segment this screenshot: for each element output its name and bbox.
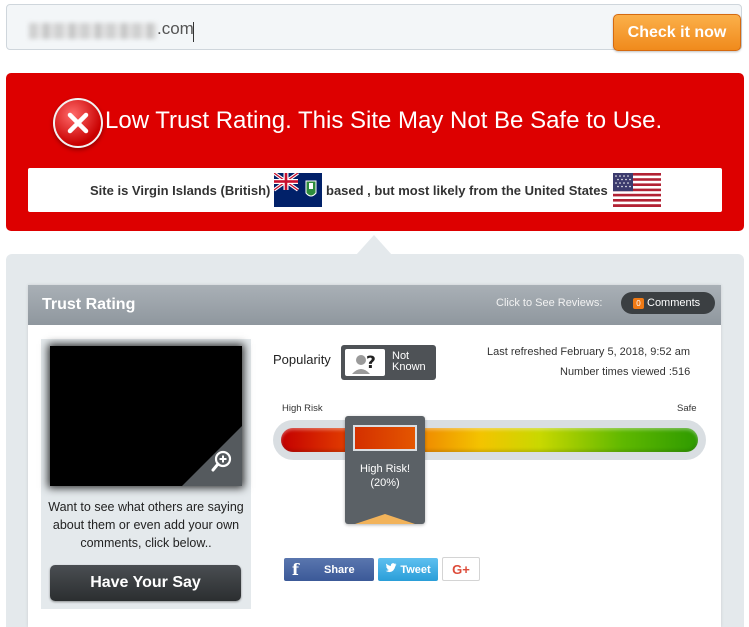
last-refreshed: Last refreshed February 5, 2018, 9:52 am bbox=[487, 346, 691, 358]
site-screenshot-thumbnail[interactable] bbox=[50, 346, 242, 486]
popularity-value: Not Known bbox=[392, 350, 426, 373]
risk-status: High Risk! bbox=[359, 463, 411, 475]
facebook-share-button[interactable]: f Share bbox=[284, 558, 374, 581]
british-virgin-islands-flag-icon bbox=[272, 171, 322, 210]
close-x-icon bbox=[53, 98, 103, 148]
twitter-bird-icon bbox=[385, 563, 397, 576]
risk-meter-track bbox=[273, 420, 706, 460]
reviews-label: Click to See Reviews: bbox=[496, 297, 603, 309]
share-label: Share bbox=[324, 564, 355, 576]
times-viewed: Number times viewed :516 bbox=[560, 366, 691, 378]
marker-text: High Risk! (20%) bbox=[345, 462, 425, 490]
trust-warning-banner: Low Trust Rating. This Site May Not Be S… bbox=[6, 73, 744, 231]
tweet-label: Tweet bbox=[400, 563, 431, 576]
have-your-say-description: Want to see what others are saying about… bbox=[48, 500, 244, 550]
trust-rating-panel: Trust Rating Click to See Reviews: 0 Com… bbox=[28, 285, 721, 627]
popularity-label: Popularity bbox=[273, 352, 331, 367]
marker-tip bbox=[355, 514, 415, 524]
united-states-flag-icon bbox=[613, 173, 661, 210]
high-risk-label: High Risk bbox=[282, 403, 323, 414]
zoom-in-icon[interactable] bbox=[210, 449, 234, 478]
have-your-say-button[interactable]: Have Your Say bbox=[50, 565, 241, 601]
section-pointer bbox=[356, 235, 392, 255]
panel-title: Trust Rating bbox=[42, 296, 136, 313]
tweet-button[interactable]: Tweet bbox=[378, 558, 438, 581]
panel-header: Trust Rating Click to See Reviews: 0 Com… bbox=[28, 285, 721, 325]
safe-label: Safe bbox=[677, 403, 697, 414]
comments-count-badge: 0 bbox=[633, 297, 644, 309]
text-cursor bbox=[193, 22, 194, 42]
risk-meter-gradient bbox=[281, 428, 698, 452]
popularity-badge: ? Not Known bbox=[341, 345, 436, 380]
location-prefix: Site is Virgin Islands (British) bbox=[90, 183, 271, 198]
svg-text:?: ? bbox=[366, 353, 376, 373]
blurred-domain-name bbox=[29, 23, 157, 39]
marker-window bbox=[353, 425, 417, 451]
comments-label: Comments bbox=[647, 297, 701, 309]
site-preview-column: Want to see what others are saying about… bbox=[41, 339, 251, 609]
site-location-box: Site is Virgin Islands (British) based ,… bbox=[28, 168, 722, 212]
facebook-icon: f bbox=[292, 560, 299, 579]
risk-percent: (20%) bbox=[370, 477, 400, 489]
check-it-now-button[interactable]: Check it now bbox=[613, 14, 741, 51]
comments-button[interactable]: 0 Comments bbox=[621, 292, 715, 314]
banner-title: Low Trust Rating. This Site May Not Be S… bbox=[105, 107, 663, 134]
url-search-bar[interactable]: Check it now bbox=[6, 4, 742, 51]
unknown-user-icon: ? bbox=[345, 349, 385, 376]
domain-input[interactable] bbox=[157, 17, 457, 41]
location-middle: based , but most likely from the United … bbox=[326, 183, 608, 198]
risk-meter-marker: High Risk! (20%) bbox=[345, 416, 425, 524]
google-plus-button[interactable]: G+ bbox=[442, 557, 480, 581]
